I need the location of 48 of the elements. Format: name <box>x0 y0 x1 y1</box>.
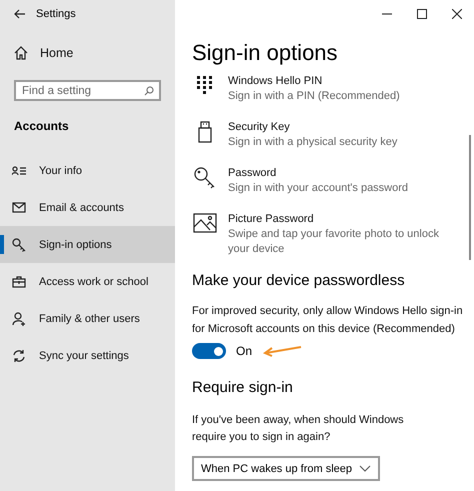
back-icon[interactable] <box>14 9 26 19</box>
nav-item[interactable]: Family & other users <box>0 300 175 337</box>
page-title: Sign-in options <box>192 39 339 67</box>
option-title: Picture Password <box>228 212 315 227</box>
sign-in-option[interactable]: Password Sign in with your account's password <box>192 165 474 196</box>
option-description: Swipe and tap your favorite photo to unlock your device <box>228 227 440 257</box>
nav-item[interactable]: Sign-in options <box>0 226 175 263</box>
nav-item[interactable]: Sync your settings <box>0 337 175 374</box>
chevron-down-icon <box>359 465 371 472</box>
search-icon <box>144 86 154 96</box>
option-description: Sign in with a physical security key <box>228 135 398 150</box>
home-icon <box>14 46 28 60</box>
arrow-icon <box>262 345 302 357</box>
home-link[interactable]: Home <box>0 36 175 70</box>
dropdown[interactable]: When PC wakes up from sleep <box>192 456 380 481</box>
key-icon <box>12 238 26 252</box>
sign-in-option[interactable]: Security Key Sign in with a physical security key <box>192 119 474 150</box>
sync-icon <box>12 348 26 362</box>
section-heading: Require sign-in <box>192 378 294 398</box>
section-heading: Make your device passwordless <box>192 271 406 291</box>
minimize-icon[interactable] <box>382 13 392 15</box>
option-description: Sign in with a PIN (Recommended) <box>228 89 401 104</box>
toggle-switch[interactable] <box>192 343 226 359</box>
option-description: Sign in with your account's password <box>228 181 410 196</box>
sign-in-option[interactable]: Windows Hello PIN Sign in with a PIN (Recommended) <box>192 73 474 104</box>
option-title: Windows Hello PIN <box>228 74 324 89</box>
briefcase-icon <box>12 276 26 288</box>
toggle-label: On <box>236 344 252 358</box>
setting-description: For improved security, only allow Windows Hello sign-in for Microsoft accounts on this device (Recommended) <box>192 304 463 337</box>
close-icon[interactable] <box>452 9 462 19</box>
person-add-icon <box>12 312 26 326</box>
person-list-icon <box>12 166 26 176</box>
window-title: Settings <box>36 8 76 20</box>
picture-icon <box>193 213 217 233</box>
search-field[interactable]: Find a setting <box>14 80 161 101</box>
keypad-icon <box>196 75 214 95</box>
section-heading: Accounts <box>14 118 70 134</box>
nav-item[interactable]: Access work or school <box>0 263 175 300</box>
key-icon <box>194 167 216 189</box>
sign-in-option[interactable]: Picture Password Swipe and tap your favorite photo to unlock your device <box>192 211 474 257</box>
option-title: Security Key <box>228 120 291 135</box>
nav-item[interactable]: Email & accounts <box>0 189 175 226</box>
maximize-icon[interactable] <box>417 9 427 19</box>
option-title: Password <box>228 166 278 181</box>
setting-description: If you've been away, when should Windows require you to sign in again? <box>192 413 404 445</box>
envelope-icon <box>12 202 26 213</box>
nav-item[interactable]: Your info <box>0 152 175 189</box>
usb-key-icon <box>198 121 212 143</box>
